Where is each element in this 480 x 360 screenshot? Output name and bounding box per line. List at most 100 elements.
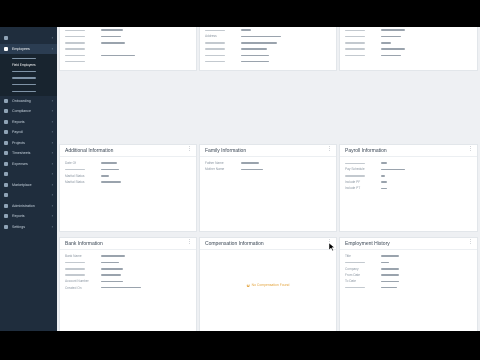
sidebar-subitem[interactable] (0, 75, 57, 82)
sidebar-subitem[interactable] (0, 68, 57, 75)
people-icon (4, 46, 8, 51)
more-menu-icon[interactable]: ⋮ (468, 147, 473, 152)
sidebar-item[interactable]: Administration › (0, 201, 57, 212)
sidebar-item[interactable]: Compliance › (0, 106, 57, 117)
chevron-right-icon: › (51, 171, 53, 177)
sidebar-item[interactable]: Timesheets › (0, 148, 57, 159)
field-label: Date Of (65, 161, 76, 166)
field-value (241, 48, 267, 50)
sidebar-item[interactable]: › (0, 190, 57, 201)
field-value (381, 174, 385, 177)
sidebar-item[interactable]: Employees › (0, 43, 57, 54)
sidebar-item[interactable]: Marketplace › (0, 180, 57, 191)
field-label-placeholder (65, 168, 85, 171)
field-label-placeholder (65, 54, 85, 57)
field-label-placeholder (205, 29, 225, 31)
field-value (241, 60, 269, 63)
field-value (381, 48, 405, 50)
sidebar-item[interactable]: › (0, 169, 57, 180)
field-value (101, 274, 121, 276)
field-label (65, 273, 101, 277)
sidebar-subitem[interactable]: Field Employees (0, 62, 57, 69)
field-label-placeholder (345, 54, 365, 57)
field-label: Marital Status (65, 180, 85, 185)
sidebar-item-label: Projects (12, 140, 25, 145)
chevron-right-icon: › (51, 213, 53, 219)
field-value (381, 162, 387, 164)
field-label (345, 53, 381, 57)
more-menu-icon[interactable]: ⋮ (468, 240, 473, 245)
sidebar-subitem[interactable] (0, 81, 57, 88)
more-menu-icon[interactable]: ⋮ (327, 147, 332, 152)
address-card: Address (199, 27, 337, 71)
payroll-information-card: Payroll Information ⋮ Pay Schedule Include… (339, 144, 478, 232)
sidebar-subitem-label: Field Employees (12, 62, 36, 67)
sidebar-item[interactable]: Payroll › (0, 127, 57, 138)
video-frame: › Employees › Field Employees Onboarding › Com… (0, 0, 480, 360)
field-label-placeholder (205, 48, 225, 50)
field-value (381, 168, 405, 171)
marketplace-icon (4, 182, 8, 187)
field-label-placeholder (65, 61, 85, 63)
sidebar-item[interactable]: Reports › (0, 211, 57, 222)
field-value (241, 162, 259, 164)
sidebar-subitem-placeholder (12, 83, 36, 86)
admin-icon (4, 203, 8, 208)
field-label: Account Number (65, 279, 89, 284)
field-value (241, 54, 269, 57)
expenses-icon (4, 161, 8, 166)
field-label (205, 60, 241, 64)
field-label (345, 286, 381, 290)
field-label-placeholder (205, 54, 225, 57)
contact-card (59, 27, 197, 71)
field-label: From Date (345, 273, 361, 278)
field-value (381, 187, 387, 190)
field-label (345, 34, 381, 38)
card-title: Payroll Information (345, 147, 387, 154)
sidebar-subitem[interactable] (0, 55, 57, 62)
sidebar-item-label: Employees (12, 46, 30, 51)
sidebar-subitem[interactable] (0, 88, 57, 95)
field-value (381, 274, 399, 276)
field-label-placeholder (205, 42, 225, 44)
field-label-placeholder (65, 42, 85, 44)
chevron-right-icon: › (51, 192, 53, 198)
field-label-placeholder (345, 35, 365, 38)
sidebar-item[interactable]: Projects › (0, 138, 57, 149)
field-value (101, 174, 109, 177)
loading-text: No Compensation Found (251, 283, 290, 287)
sidebar-item-label: Expenses (12, 161, 28, 166)
field-label-placeholder (345, 29, 365, 31)
field-label-placeholder (345, 287, 365, 289)
bank-information-card: Bank Information ⋮ Bank Name Account Numbe… (59, 237, 197, 331)
loading-indicator: No Compensation Found (246, 283, 290, 287)
chevron-right-icon: › (51, 139, 53, 145)
sidebar-item[interactable]: Reports › (0, 117, 57, 128)
identity-card (339, 27, 478, 71)
field-value (101, 181, 121, 183)
field-row: Mother Name (205, 166, 336, 172)
field-label-placeholder (65, 274, 85, 276)
field-label-placeholder (65, 35, 85, 38)
sidebar-item[interactable]: Onboarding › (0, 96, 57, 107)
field-label (345, 161, 381, 165)
more-menu-icon[interactable]: ⋮ (187, 147, 192, 152)
field-label (345, 28, 381, 32)
more-menu-icon[interactable]: ⋮ (187, 240, 192, 245)
field-value (381, 29, 405, 31)
sidebar-item[interactable]: Settings › (0, 222, 57, 233)
field-label (65, 41, 101, 45)
field-value (101, 41, 125, 44)
chevron-right-icon: › (51, 202, 53, 208)
sidebar-item-label: Reports (12, 119, 25, 124)
field-value (101, 267, 123, 270)
sidebar-item[interactable]: › (0, 33, 57, 44)
additional-information-card: Additional Information ⋮ Date Of Marital S… (59, 144, 197, 232)
field-label (205, 28, 241, 32)
field-value (241, 29, 251, 31)
card-title: Compensation Information (205, 240, 264, 247)
chevron-right-icon: › (51, 150, 53, 156)
sidebar-item-label: Settings (12, 224, 25, 229)
field-value (241, 168, 263, 171)
sidebar-item[interactable]: Expenses › (0, 159, 57, 170)
